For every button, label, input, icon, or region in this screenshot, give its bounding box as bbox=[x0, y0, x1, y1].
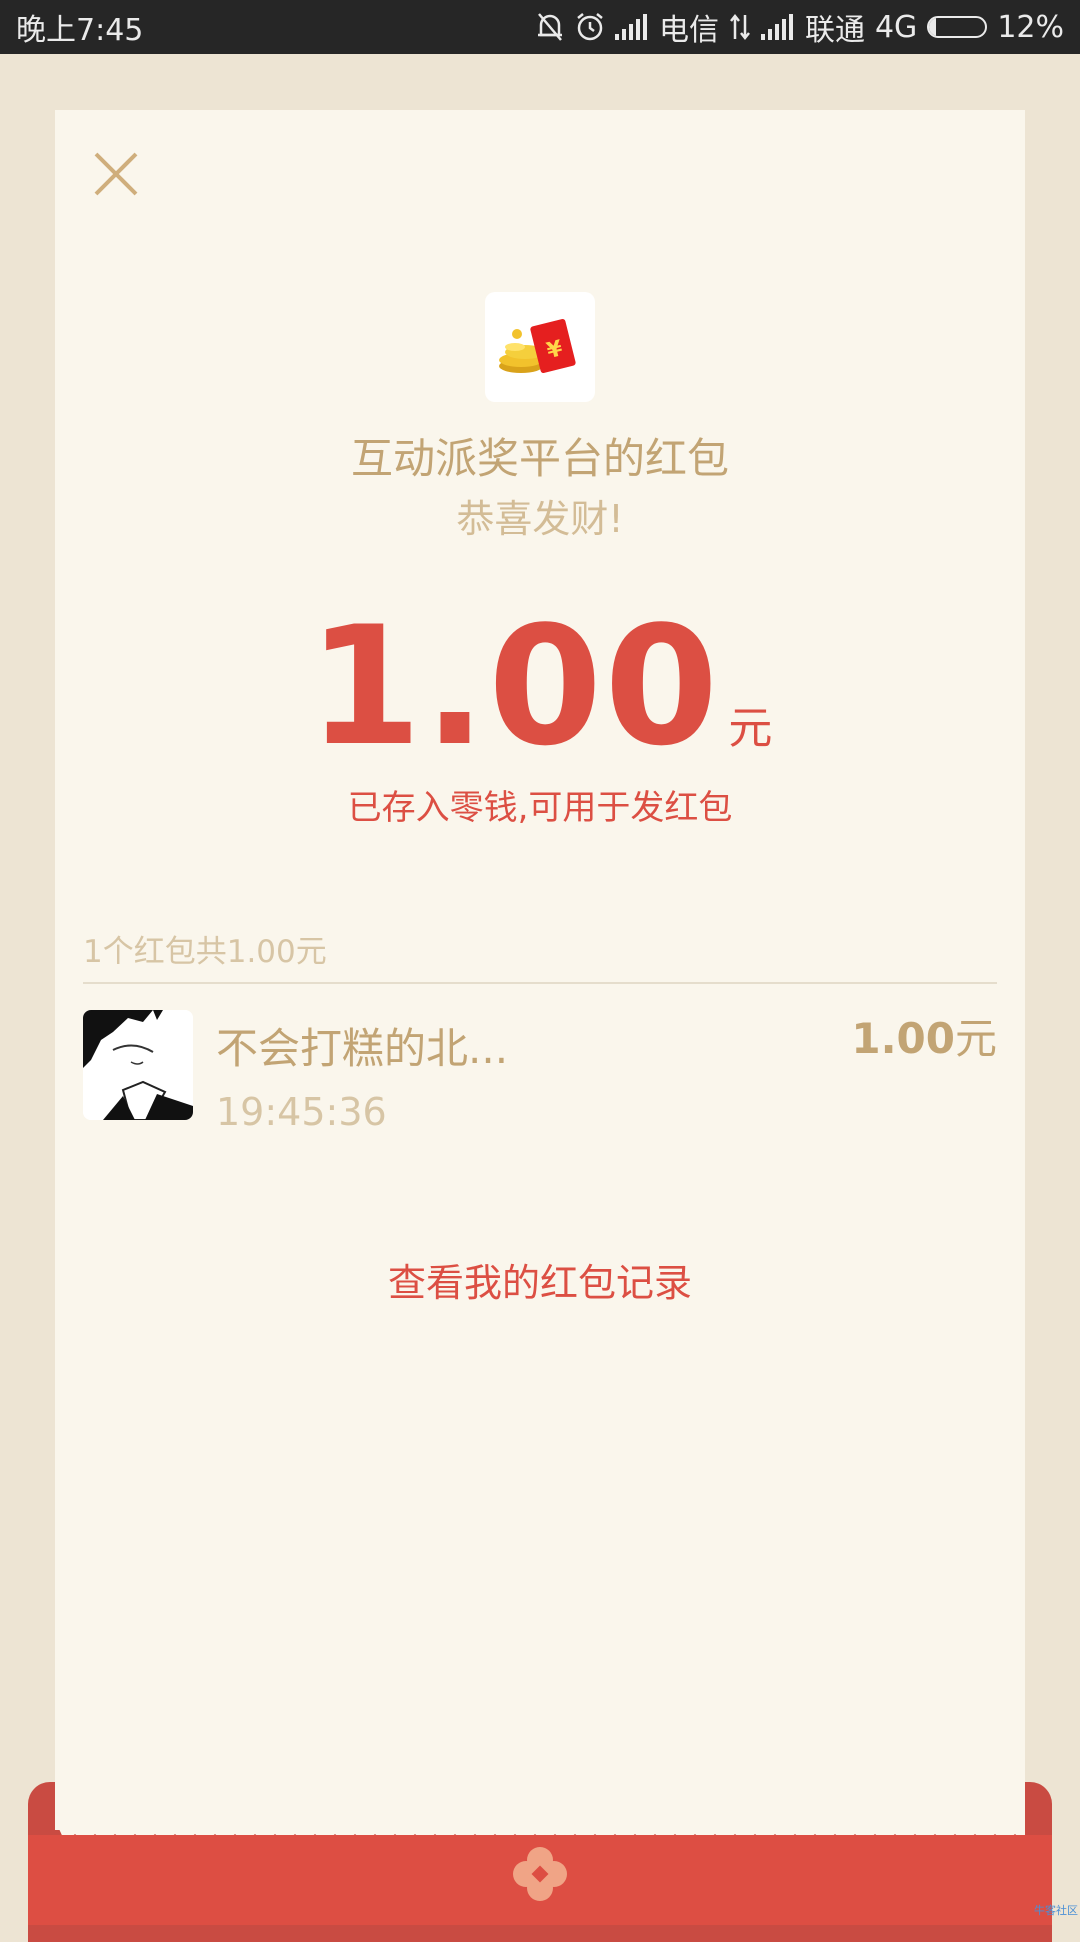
flower-emblem-icon bbox=[513, 1847, 567, 1901]
avatar[interactable] bbox=[83, 1010, 193, 1120]
status-bar: 晚上7:45 电信 联通 4G 12% bbox=[0, 0, 1080, 54]
close-icon[interactable] bbox=[92, 150, 140, 198]
packet-summary: 1个红包共1.00元 bbox=[83, 934, 327, 970]
signal-icon-2 bbox=[760, 14, 795, 40]
record-time: 19:45:36 bbox=[216, 1090, 387, 1134]
packet-greeting: 恭喜发财! bbox=[456, 497, 624, 541]
record-amount: 1.00元 bbox=[851, 1005, 997, 1066]
signal-icon bbox=[614, 14, 649, 40]
battery-icon bbox=[927, 16, 988, 38]
amount-unit: 元 bbox=[728, 703, 773, 754]
status-icons: 电信 联通 4G 12% bbox=[535, 5, 1064, 49]
data-transfer-icon bbox=[729, 13, 751, 41]
sender-logo: ¥ bbox=[485, 292, 595, 402]
battery-level bbox=[929, 18, 937, 36]
coins-red-packet-icon: ¥ bbox=[499, 318, 576, 374]
amount-display: 1.00 元 bbox=[0, 605, 1080, 769]
alarm-icon bbox=[575, 12, 605, 42]
manga-avatar-icon bbox=[83, 1010, 193, 1120]
carrier-1: 电信 bbox=[658, 13, 719, 48]
network-type: 4G bbox=[874, 9, 918, 45]
saved-to-wallet-note: 已存入零钱,可用于发红包 bbox=[347, 788, 733, 828]
battery-percent: 12% bbox=[997, 9, 1064, 45]
record-amount-unit: 元 bbox=[954, 1014, 997, 1063]
packet-title: 互动派奖平台的红包 bbox=[350, 434, 729, 483]
watermark: 牛客社区 bbox=[1034, 1904, 1078, 1917]
status-time: 晚上7:45 bbox=[16, 13, 144, 48]
bell-muted-icon bbox=[535, 11, 565, 43]
record-amount-value: 1.00 bbox=[851, 1014, 955, 1063]
record-sender-name: 不会打糕的北... bbox=[216, 1024, 509, 1073]
carrier-2: 联通 bbox=[804, 13, 865, 48]
view-packet-history-link[interactable]: 查看我的红包记录 bbox=[0, 1252, 1080, 1307]
divider bbox=[83, 982, 997, 984]
amount-value: 1.00 bbox=[307, 591, 721, 782]
